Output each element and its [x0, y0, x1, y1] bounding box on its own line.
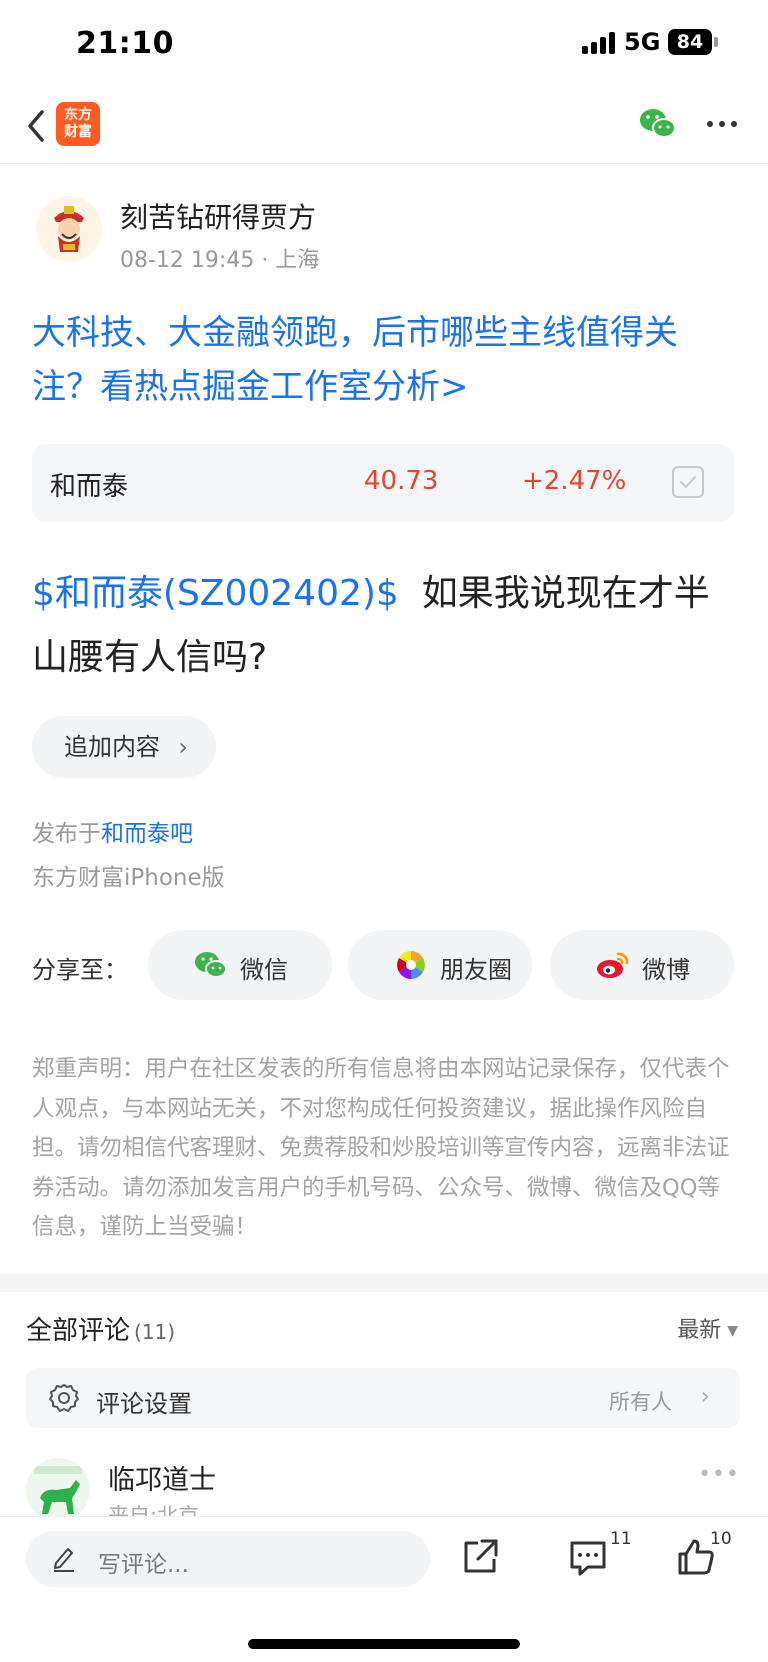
comments-title: 全部评论 [26, 1316, 131, 1346]
stock-change: +2.47% [522, 466, 627, 496]
author-name[interactable]: 刻苦钻研得贾方 [120, 196, 316, 236]
battery-cap [714, 37, 718, 47]
weibo-icon [597, 952, 629, 978]
wechat-icon[interactable] [638, 106, 678, 142]
more-icon[interactable] [704, 112, 740, 136]
write-comment-placeholder: 写评论... [98, 1552, 189, 1578]
share-moments-label: 朋友圈 [440, 956, 512, 984]
comment-count-badge: 11 [610, 1529, 632, 1549]
share-wechat-button[interactable]: 微信 [148, 930, 332, 1000]
watchlist-check-icon[interactable] [672, 466, 704, 498]
comment-icon[interactable] [568, 1537, 608, 1577]
back-icon[interactable] [22, 106, 52, 146]
comments-header: 全部评论 (11) [26, 1310, 175, 1347]
share-moments-button[interactable]: 朋友圈 [348, 930, 532, 1000]
stock-bar-link[interactable]: 和而泰吧 [101, 821, 193, 847]
comment-sort-dropdown[interactable]: 最新 ▼ [677, 1312, 738, 1344]
signal-icon [582, 32, 616, 54]
share-weibo-label: 微博 [642, 956, 690, 984]
stock-price: 40.73 [364, 466, 439, 496]
network-type: 5G [624, 28, 661, 56]
stock-tag-link[interactable]: $和而泰(SZ002402)$ [32, 573, 399, 614]
comment-more-icon[interactable]: ••• [698, 1462, 740, 1487]
share-icon[interactable] [460, 1537, 500, 1577]
pen-icon [54, 1548, 74, 1572]
section-divider [0, 1274, 768, 1292]
comment-settings-label: 评论设置 [96, 1390, 192, 1418]
battery-icon: 84 [668, 29, 712, 55]
stock-card[interactable]: 和而泰 40.73 +2.47% [32, 444, 734, 522]
home-indicator [248, 1639, 520, 1649]
app-logo[interactable]: 东方 财富 [56, 102, 100, 146]
logo-line1: 东方 [64, 107, 92, 123]
wechat-icon [195, 952, 227, 978]
client-source: 东方财富iPhone版 [32, 865, 225, 891]
comment-settings-value: 所有人 [609, 1390, 672, 1414]
chevron-right-icon: › [178, 733, 188, 761]
nav-bar: 东方 财富 [0, 92, 768, 164]
chevron-right-icon: › [700, 1382, 710, 1410]
disclaimer-text: 郑重声明：用户在社区发表的所有信息将由本网站记录保存，仅代表个人观点，与本网站无… [32, 1056, 730, 1240]
publish-line: 发布于和而泰吧 [32, 814, 193, 848]
post-meta: 08-12 19:45 · 上海 [120, 248, 320, 273]
bottom-action-bar: 写评论... 11 10 [0, 1516, 768, 1662]
sort-label: 最新 [677, 1318, 722, 1343]
publish-prefix: 发布于 [32, 821, 101, 847]
append-content-label: 追加内容 [64, 733, 160, 761]
moments-icon [397, 951, 425, 979]
author-avatar[interactable] [36, 196, 102, 262]
share-wechat-label: 微信 [240, 956, 288, 984]
post-body: $和而泰(SZ002402)$ 如果我说现在才半山腰有人信吗? [32, 562, 742, 690]
gear-icon [49, 1384, 79, 1412]
commenter-avatar[interactable] [26, 1458, 90, 1522]
share-label: 分享至： [32, 956, 128, 984]
status-time: 21:10 [76, 26, 174, 61]
status-bar: 21:10 5G 84 [0, 0, 768, 90]
share-weibo-button[interactable]: 微博 [550, 930, 734, 1000]
comment-settings-row[interactable]: 评论设置 所有人 › [26, 1368, 740, 1428]
stock-name: 和而泰 [50, 472, 129, 502]
write-comment-input[interactable]: 写评论... [26, 1531, 430, 1587]
comments-count: (11) [134, 1320, 176, 1344]
like-count-badge: 10 [710, 1529, 732, 1549]
promo-headline-link[interactable]: 大科技、大金融领跑，后市哪些主线值得关注？看热点掘金工作室分析> [32, 306, 742, 414]
logo-line2: 财富 [64, 124, 92, 140]
append-content-button[interactable]: 追加内容 › [32, 716, 216, 778]
commenter-name[interactable]: 临邛道士 [108, 1458, 216, 1497]
dropdown-triangle-icon: ▼ [727, 1323, 738, 1339]
